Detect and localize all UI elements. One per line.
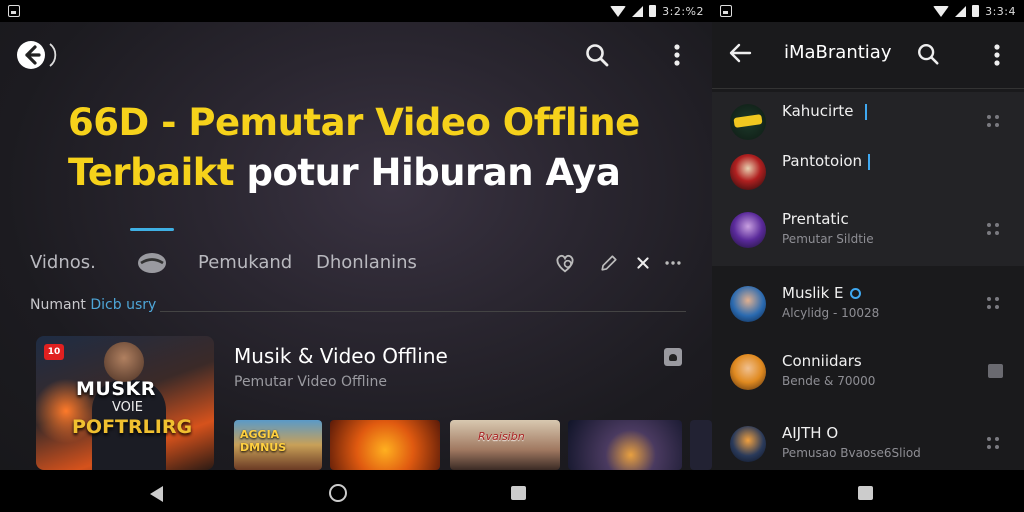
nav-recents-icon[interactable] <box>858 486 873 500</box>
header-divider <box>712 88 1024 89</box>
contact-name: Muslik E <box>782 284 844 302</box>
list-item[interactable]: Kahucirte <box>712 98 1024 148</box>
search-icon <box>586 44 609 67</box>
more-options-button[interactable] <box>988 40 1006 70</box>
tab-videos[interactable]: Vidnos. <box>30 252 96 273</box>
toolbar-icons <box>552 250 692 278</box>
notification-icon <box>8 5 20 17</box>
nav-home-icon[interactable] <box>329 484 347 502</box>
search-icon <box>918 44 939 65</box>
section-label: Numant Dicb usry <box>30 297 156 313</box>
heart-icon[interactable] <box>552 250 578 276</box>
back-button[interactable] <box>16 36 58 74</box>
contact-name: AIJTH O <box>782 424 839 442</box>
search-button[interactable] <box>584 42 610 68</box>
section-divider <box>160 311 686 312</box>
tab-eye[interactable] <box>136 250 168 276</box>
video-thumbnail[interactable]: Rvaisibn <box>450 420 560 470</box>
edit-icon[interactable] <box>596 250 622 276</box>
avatar <box>730 286 766 322</box>
more-options-button[interactable] <box>668 40 686 70</box>
avatar <box>730 154 766 190</box>
section-label-b: Dicb usry <box>90 297 157 313</box>
eye-icon <box>138 253 166 273</box>
signal-icon <box>955 5 967 17</box>
video-thumbnail[interactable]: AGGIA DMNUS <box>234 420 322 470</box>
contact-subtitle: Pemutar Sildtie <box>782 232 874 246</box>
feature-badge: 10 <box>44 344 64 360</box>
cursor-bar <box>865 103 868 120</box>
battery-icon <box>649 5 657 17</box>
more-horiz-icon[interactable] <box>660 250 686 276</box>
contact-subtitle: Alcylidg - 10028 <box>782 306 880 320</box>
avatar <box>730 212 766 248</box>
battery-icon <box>972 5 980 17</box>
list-item[interactable]: Muslik E Alcylidg - 10028 <box>712 280 1024 330</box>
list-item[interactable]: Conniidars Bende & 70000 <box>712 348 1024 398</box>
tab-download[interactable]: Dhonlanins <box>316 252 417 273</box>
bookmark-icon[interactable] <box>664 348 682 366</box>
page-headline: 66D - Pemutar Video Offline Terbaikt pot… <box>68 98 688 198</box>
nav-back-icon[interactable] <box>150 486 163 502</box>
thumbnail-row: AGGIA DMNUS Rvaisibn <box>234 420 712 470</box>
screen: 3:2:%2 66D - Pemutar Video Offline Terba… <box>0 0 1024 512</box>
contact-name: Conniidars <box>782 352 862 370</box>
contact-name: Kahucirte <box>782 102 854 120</box>
feature-thumbnail[interactable]: 10 MUSKR VOIE POFTRLIRG <box>36 336 214 470</box>
video-thumbnail[interactable] <box>690 420 712 470</box>
nav-recents-icon[interactable] <box>511 486 526 500</box>
status-dot <box>849 288 861 299</box>
video-thumbnail[interactable] <box>330 420 440 470</box>
back-button[interactable] <box>728 42 752 64</box>
feature-title[interactable]: Musik & Video Offline <box>234 344 448 368</box>
search-button[interactable] <box>916 42 940 66</box>
section-label-a: Numant <box>30 297 91 313</box>
headline-rest: potur Hiburan Aya <box>234 151 621 194</box>
list-item[interactable]: Pantotoion <box>712 148 1024 198</box>
back-arrow-icon <box>729 43 752 63</box>
drag-handle-icon[interactable] <box>986 436 1002 452</box>
more-vert-icon <box>674 44 680 66</box>
status-time: 3:2:%2 <box>662 4 704 18</box>
tab-indicator <box>130 228 174 231</box>
thumb-text-1: MUSKR <box>76 378 156 400</box>
contact-subtitle: Bende & 70000 <box>782 374 876 388</box>
thumb-text-2: VOIE <box>112 400 143 415</box>
status-bar-left: 3:2:%2 <box>0 0 712 22</box>
contact-subtitle: Pemusao Bvaose6Sliod <box>782 446 921 460</box>
stop-icon[interactable] <box>988 364 1003 378</box>
signal-icon <box>632 5 644 17</box>
wifi-icon <box>933 5 950 17</box>
avatar <box>730 426 766 462</box>
drag-handle-icon[interactable] <box>986 296 1002 312</box>
status-time: 3:3:4 <box>985 4 1016 18</box>
avatar <box>730 104 766 140</box>
cursor-bar <box>868 153 871 170</box>
list-item[interactable]: AIJTH O Pemusao Bvaose6Sliod <box>712 420 1024 470</box>
notification-icon <box>720 5 732 17</box>
contact-name: Pantotoion <box>782 152 863 170</box>
thumb-text-3: POFTRLIRG <box>72 416 193 438</box>
video-thumbnail[interactable] <box>568 420 682 470</box>
wifi-icon <box>610 5 627 17</box>
contact-name: Prentatic <box>782 210 849 228</box>
drag-handle-icon[interactable] <box>986 222 1002 238</box>
headline-line-1: 66D - Pemutar Video Offline <box>68 101 640 144</box>
tab-bar: Vidnos. Pemukand Dhonlanins <box>30 250 430 278</box>
status-bar-right: 3:3:4 <box>712 0 1024 22</box>
thumb-figure-head <box>104 342 144 382</box>
side-title: iMaBrantiay <box>784 42 892 63</box>
list-item[interactable]: Prentatic Pemutar Sildtie <box>712 206 1024 256</box>
drag-handle-icon[interactable] <box>986 114 1002 130</box>
back-arrow-icon <box>17 41 57 69</box>
more-vert-icon <box>994 44 1000 66</box>
headline-highlight: Terbaikt <box>68 151 235 194</box>
feature-subtitle: Pemutar Video Offline <box>234 374 387 390</box>
tab-pemutar[interactable]: Pemukand <box>198 252 292 273</box>
avatar <box>730 354 766 390</box>
close-icon[interactable] <box>630 250 656 276</box>
